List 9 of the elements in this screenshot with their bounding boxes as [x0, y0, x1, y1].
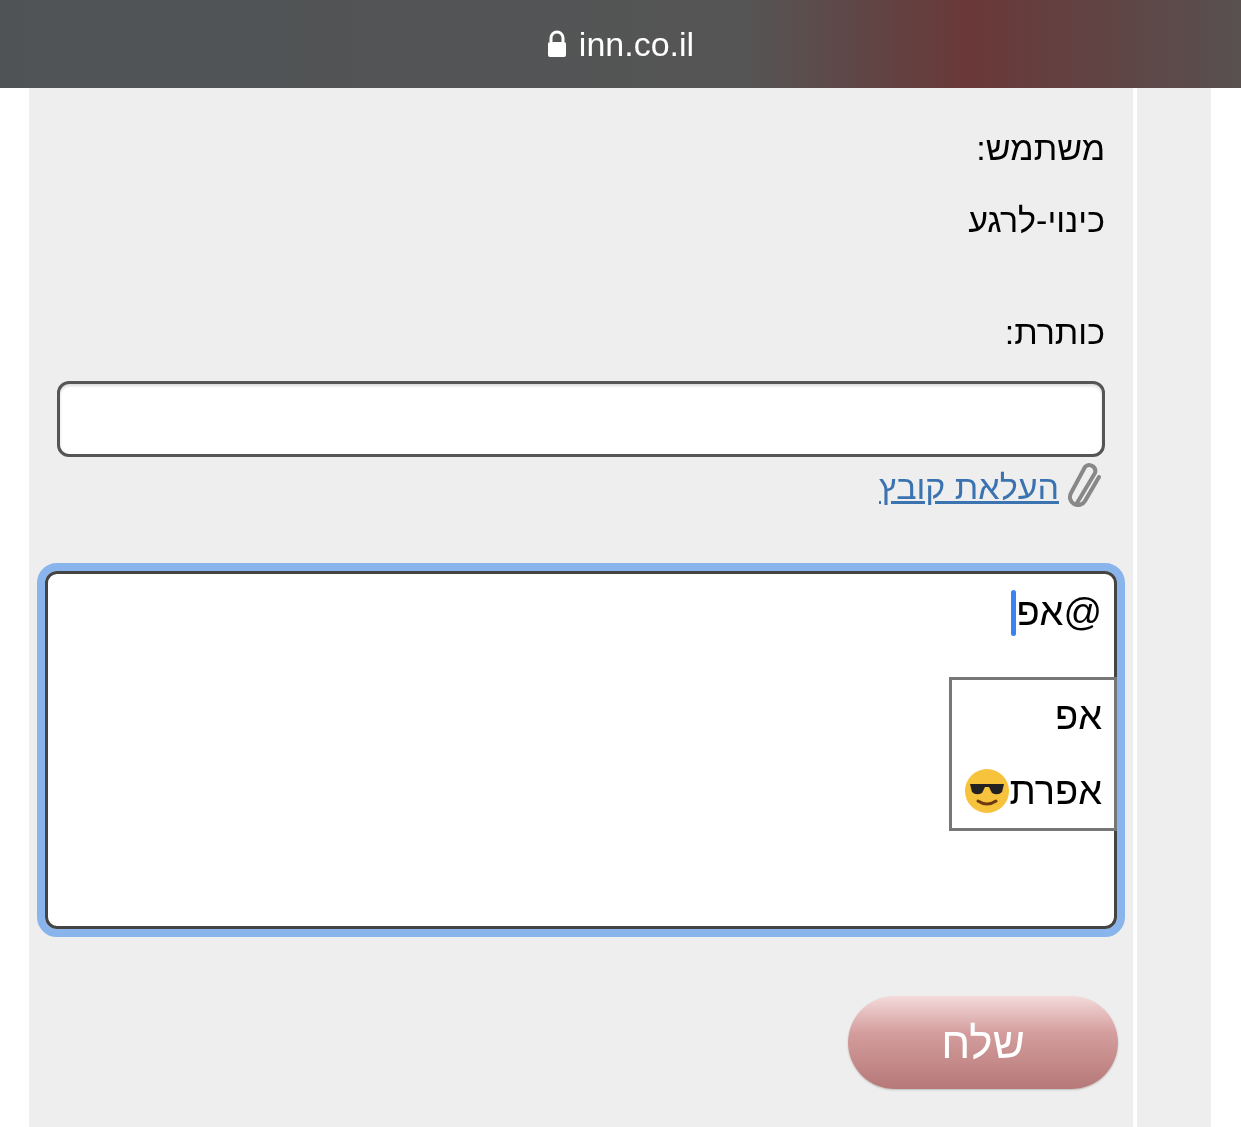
user-label: משתמש:: [976, 128, 1105, 168]
upload-file-link[interactable]: העלאת קובץ: [879, 467, 1059, 507]
title-label: כותרת:: [1004, 312, 1105, 352]
title-input[interactable]: [57, 381, 1105, 457]
text-caret: [1011, 590, 1017, 636]
suggestion-item[interactable]: אפ: [1054, 694, 1102, 738]
suggestion-item[interactable]: אפרת: [1009, 769, 1102, 813]
user-name: כינוי-לרגע: [968, 200, 1105, 240]
url-text[interactable]: inn.co.il: [578, 18, 695, 70]
